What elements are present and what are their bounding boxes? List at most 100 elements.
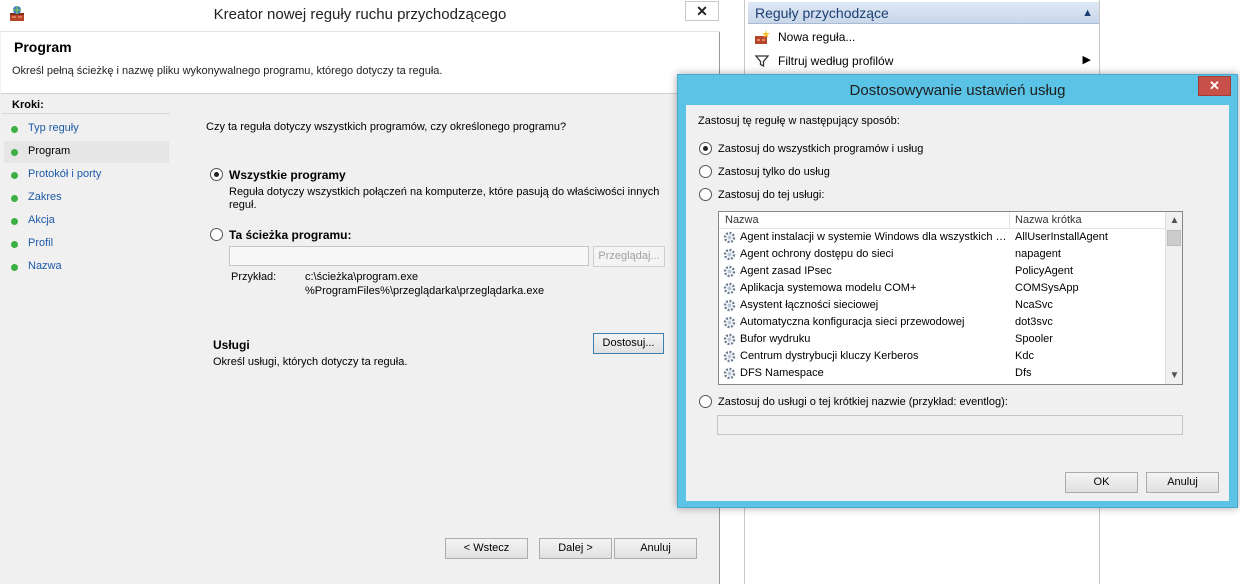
gear-icon <box>723 316 736 329</box>
column-short-name[interactable]: Nazwa krótka <box>1015 214 1082 226</box>
example-label: Przykład: <box>231 271 277 283</box>
service-name: Centrum dystrybucji kluczy Kerberos <box>740 350 919 362</box>
all-programs-label[interactable]: Wszystkie programy <box>229 168 346 182</box>
wizard-title: Kreator nowej reguły ruchu przychodząceg… <box>213 6 507 23</box>
step-scope[interactable]: Zakres <box>4 187 169 209</box>
apply-this-service-radio[interactable] <box>699 188 712 201</box>
gear-icon <box>723 350 736 363</box>
step-rule-type[interactable]: Typ reguły <box>4 118 169 140</box>
step-label: Zakres <box>28 191 62 203</box>
services-description: Określ usługi, których dotyczy ta reguła… <box>213 356 408 368</box>
services-heading: Usługi <box>213 338 250 352</box>
service-row[interactable]: Aplikacja systemowa modelu COM+ COMSysAp… <box>719 280 1165 297</box>
apply-this-service-label[interactable]: Zastosuj do tej usługi: <box>718 189 824 201</box>
step-dot-icon <box>11 126 18 133</box>
program-path-input[interactable] <box>229 246 589 266</box>
scroll-down-icon[interactable]: ▼ <box>1166 367 1183 384</box>
wizard-title-bar[interactable]: Kreator nowej reguły ruchu przychodząceg… <box>0 0 720 32</box>
back-button[interactable]: < Wstecz <box>445 538 528 559</box>
dialog-title: Dostosowywanie ustawień usług <box>849 82 1066 99</box>
service-row[interactable]: Asystent łączności sieciowej NcaSvc <box>719 297 1165 314</box>
step-profile[interactable]: Profil <box>4 233 169 255</box>
column-name[interactable]: Nazwa <box>725 214 759 226</box>
service-name: Bufor wydruku <box>740 333 811 345</box>
service-row[interactable]: Bufor wydruku Spooler <box>719 331 1165 348</box>
new-inbound-rule-wizard: Kreator nowej reguły ruchu przychodząceg… <box>0 0 720 584</box>
services-scrollbar[interactable]: ▲ ▼ <box>1165 212 1182 384</box>
service-short-name: PolicyAgent <box>1015 265 1074 277</box>
short-name-input[interactable] <box>717 415 1183 435</box>
example-path-1: c:\ścieżka\program.exe <box>305 271 419 283</box>
actions-header[interactable]: Reguły przychodzące ▲ <box>748 2 1099 24</box>
wizard-header: Program Określ pełną ścieżkę i nazwę pli… <box>1 32 719 94</box>
scroll-thumb[interactable] <box>1167 230 1181 246</box>
step-action[interactable]: Akcja <box>4 210 169 232</box>
service-short-name: NcaSvc <box>1015 299 1053 311</box>
step-label: Typ reguły <box>28 122 79 134</box>
service-row[interactable]: Agent zasad IPsec PolicyAgent <box>719 263 1165 280</box>
step-label: Program <box>28 145 71 157</box>
program-question: Czy ta reguła dotyczy wszystkich program… <box>206 121 567 133</box>
customize-services-dialog: Dostosowywanie ustawień usług ✕ Zastosuj… <box>677 74 1238 508</box>
step-dot-icon <box>11 149 18 156</box>
next-button[interactable]: Dalej > <box>539 538 612 559</box>
apply-short-name-label[interactable]: Zastosuj do usługi o tej krótkiej nazwie… <box>718 396 1008 408</box>
all-programs-description-cont: reguł. <box>229 199 257 211</box>
service-short-name: napagent <box>1015 248 1061 260</box>
service-row[interactable]: Centrum dystrybucji kluczy Kerberos Kdc <box>719 348 1165 365</box>
step-program[interactable]: Program <box>4 141 169 163</box>
wizard-content: Czy ta reguła dotyczy wszystkich program… <box>173 95 719 584</box>
service-name: Agent ochrony dostępu do sieci <box>740 248 894 260</box>
step-dot-icon <box>11 218 18 225</box>
new-rule-action[interactable]: Nowa reguła... <box>748 26 1099 48</box>
steps-heading: Kroki: <box>12 99 44 111</box>
apply-all-label[interactable]: Zastosuj do wszystkich programów i usług <box>718 143 923 155</box>
apply-services-only-label[interactable]: Zastosuj tylko do usług <box>718 166 830 178</box>
cancel-button[interactable]: Anuluj <box>614 538 697 559</box>
step-dot-icon <box>11 241 18 248</box>
wizard-close-button[interactable]: ✕ <box>685 1 719 21</box>
service-row[interactable]: Agent instalacji w systemie Windows dla … <box>719 229 1165 246</box>
step-label: Akcja <box>28 214 55 226</box>
apply-rule-prompt: Zastosuj tę regułę w następujący sposób: <box>698 115 900 127</box>
program-path-label[interactable]: Ta ścieżka programu: <box>229 228 351 242</box>
page-title: Program <box>14 39 72 55</box>
service-row[interactable]: Automatyczna konfiguracja sieci przewodo… <box>719 314 1165 331</box>
all-programs-radio[interactable] <box>210 168 223 181</box>
column-divider[interactable] <box>1009 212 1010 229</box>
service-row[interactable]: DFS Namespace Dfs <box>719 365 1165 382</box>
program-path-radio[interactable] <box>210 228 223 241</box>
steps-divider <box>2 113 170 114</box>
apply-short-name-radio[interactable] <box>699 395 712 408</box>
service-short-name: Kdc <box>1015 350 1034 362</box>
step-label: Profil <box>28 237 54 249</box>
service-row[interactable]: Agent ochrony dostępu do sieci napagent <box>719 246 1165 263</box>
step-protocol-ports[interactable]: Protokół i porty <box>4 164 169 186</box>
filter-icon <box>754 55 770 68</box>
dialog-cancel-button[interactable]: Anuluj <box>1146 472 1219 493</box>
example-path-2: %ProgramFiles%\przeglądarka\przeglądarka… <box>305 285 545 297</box>
services-list[interactable]: Nazwa Nazwa krótka Agent instalacji w sy… <box>718 211 1183 385</box>
service-name: Automatyczna konfiguracja sieci przewodo… <box>740 316 965 328</box>
apply-all-radio[interactable] <box>699 142 712 155</box>
collapse-arrow-icon[interactable]: ▲ <box>1082 7 1093 19</box>
service-name: Asystent łączności sieciowej <box>740 299 879 311</box>
step-label: Nazwa <box>28 260 62 272</box>
service-short-name: Dfs <box>1015 367 1032 379</box>
service-short-name: dot3svc <box>1015 316 1053 328</box>
customize-button[interactable]: Dostosuj... <box>593 333 664 354</box>
browse-button[interactable]: Przeglądaj... <box>593 246 665 267</box>
filter-by-profile-action[interactable]: Filtruj według profilów ▶ <box>748 50 1099 72</box>
service-short-name: COMSysApp <box>1015 282 1079 294</box>
step-dot-icon <box>11 172 18 179</box>
filter-by-profile-label: Filtruj według profilów <box>778 54 894 68</box>
step-name[interactable]: Nazwa <box>4 256 169 278</box>
ok-button[interactable]: OK <box>1065 472 1138 493</box>
submenu-arrow-icon: ▶ <box>1082 54 1091 66</box>
scroll-up-icon[interactable]: ▲ <box>1166 212 1183 229</box>
gear-icon <box>723 248 736 261</box>
new-rule-icon <box>755 30 770 44</box>
dialog-close-button[interactable]: ✕ <box>1198 76 1231 96</box>
actions-header-label: Reguły przychodzące <box>755 5 889 21</box>
apply-services-only-radio[interactable] <box>699 165 712 178</box>
